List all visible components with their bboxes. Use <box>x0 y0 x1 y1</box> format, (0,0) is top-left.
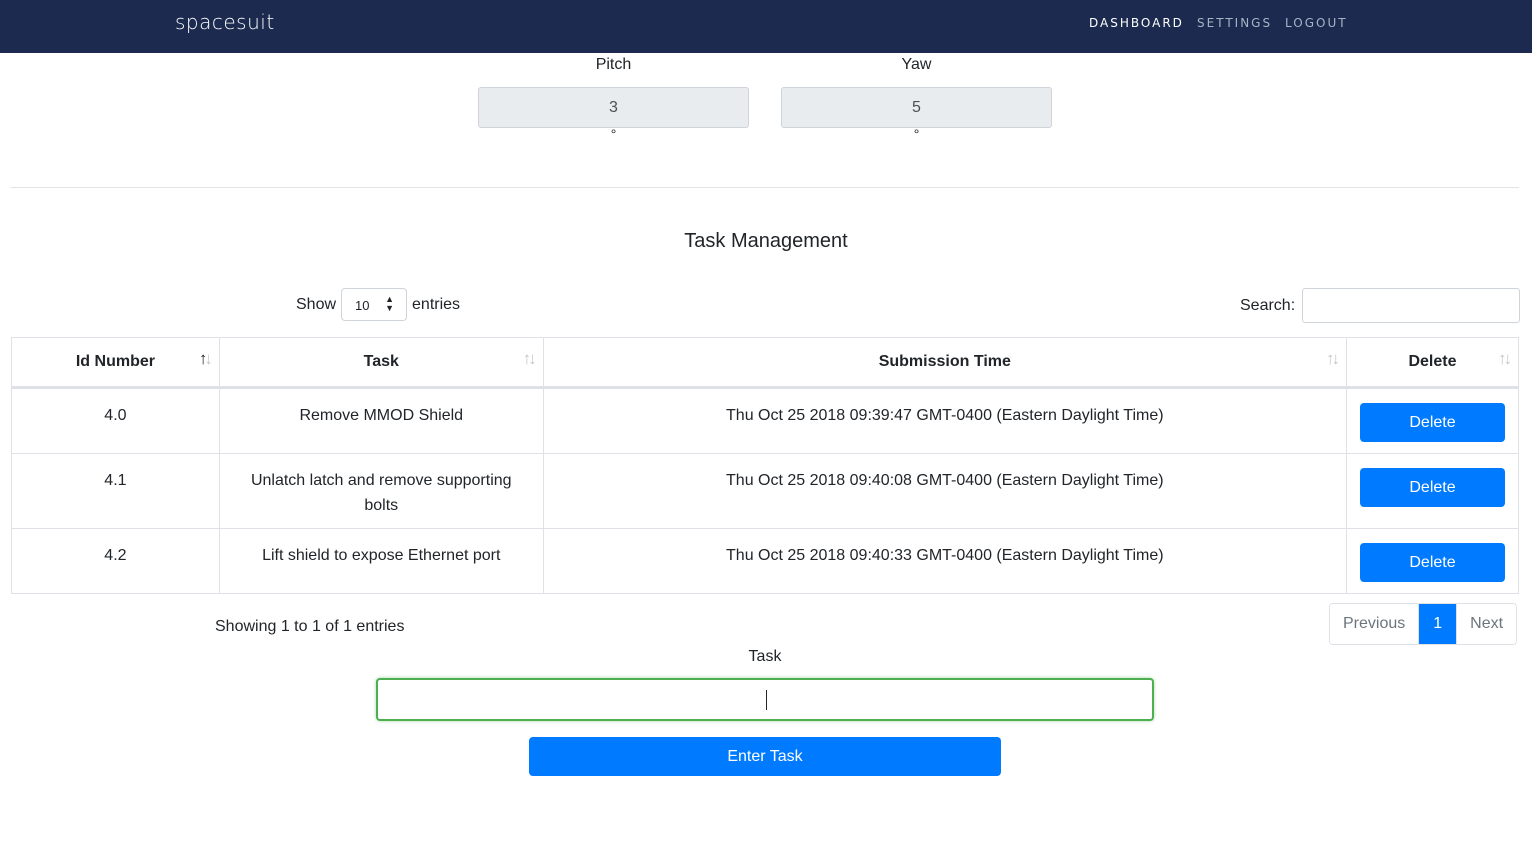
search-input[interactable] <box>1302 288 1521 323</box>
cell-task: Remove MMOD Shield <box>218 387 544 454</box>
sort-ascending-icon: ↑↓ <box>198 349 213 368</box>
pitch-unit: ° <box>610 126 617 142</box>
text-caret <box>766 690 767 710</box>
column-header-id[interactable]: Id Number ↑↓ <box>11 337 220 389</box>
delete-button[interactable]: Delete <box>1359 543 1505 582</box>
column-header-label: Delete <box>1408 353 1457 370</box>
column-header-label: Submission Time <box>878 353 1011 370</box>
select-arrows-icon: ▲ ▼ <box>385 294 395 313</box>
cell-task: Unlatch latch and remove supporting bolt… <box>218 453 544 529</box>
top-navbar: spacesuit DASHBOARD SETTINGS LOGOUT <box>0 0 1532 53</box>
pagination-page-1[interactable]: 1 <box>1419 604 1457 644</box>
cell-task: Lift shield to expose Ethernet port <box>218 528 544 594</box>
task-input[interactable] <box>376 678 1154 721</box>
cell-delete: Delete <box>1345 528 1520 594</box>
sort-icon: ↑↓ <box>1498 349 1512 368</box>
cell-id: 4.1 <box>11 453 220 529</box>
table-search: Search: <box>1240 288 1521 323</box>
pagination: Previous 1 Next <box>1329 603 1518 645</box>
yaw-readout: 5 <box>781 87 1052 128</box>
nav-link-dashboard[interactable]: DASHBOARD <box>1089 16 1184 30</box>
cell-submission-time: Thu Oct 25 2018 09:39:47 GMT-0400 (Easte… <box>542 387 1347 454</box>
column-header-submission-time[interactable]: Submission Time ↑↓ <box>542 337 1347 389</box>
yaw-unit: ° <box>913 126 920 142</box>
cell-submission-time: Thu Oct 25 2018 09:40:08 GMT-0400 (Easte… <box>542 453 1347 529</box>
nav-link-logout[interactable]: LOGOUT <box>1285 16 1348 30</box>
column-header-delete[interactable]: Delete ↑↓ <box>1345 337 1520 389</box>
sort-icon: ↑↓ <box>1325 349 1340 368</box>
table-row: 4.1 Unlatch latch and remove supporting … <box>11 453 1520 529</box>
enter-task-button[interactable]: Enter Task <box>529 737 1001 776</box>
page-length-control: Show 10 ▲ ▼ entries <box>296 288 460 321</box>
nav-link-settings[interactable]: SETTINGS <box>1197 16 1272 30</box>
show-label: Show <box>296 295 337 313</box>
page-length-value: 10 <box>355 298 370 313</box>
task-input-label: Task <box>748 648 782 665</box>
table-header-row: Id Number ↑↓ Task ↑↓ Submission Time ↑↓ … <box>11 337 1520 389</box>
cell-delete: Delete <box>1345 387 1520 454</box>
pagination-previous[interactable]: Previous <box>1330 604 1420 644</box>
entries-label: entries <box>412 295 461 313</box>
yaw-label: Yaw <box>901 56 932 73</box>
column-header-task[interactable]: Task ↑↓ <box>218 337 544 389</box>
table-row: 4.0 Remove MMOD Shield Thu Oct 25 2018 0… <box>11 387 1520 454</box>
delete-button[interactable]: Delete <box>1359 468 1505 507</box>
table-info: Showing 1 to 1 of 1 entries <box>215 618 405 635</box>
page-length-select[interactable]: 10 ▲ ▼ <box>341 288 408 321</box>
delete-button[interactable]: Delete <box>1359 403 1505 442</box>
cell-delete: Delete <box>1345 453 1520 529</box>
task-table: Id Number ↑↓ Task ↑↓ Submission Time ↑↓ … <box>11 337 1520 594</box>
search-label: Search: <box>1240 296 1296 314</box>
column-header-label: Task <box>363 353 399 370</box>
brand-logo[interactable]: spacesuit <box>175 10 275 34</box>
pagination-next[interactable]: Next <box>1456 604 1517 644</box>
cell-id: 4.2 <box>11 528 220 594</box>
cell-id: 4.0 <box>11 387 220 454</box>
column-header-label: Id Number <box>75 353 155 370</box>
table-row: 4.2 Lift shield to expose Ethernet port … <box>11 528 1520 594</box>
pitch-label: Pitch <box>595 56 632 73</box>
sort-icon: ↑↓ <box>522 349 537 368</box>
section-divider <box>11 187 1519 188</box>
pitch-readout: 3 <box>478 87 749 128</box>
cell-submission-time: Thu Oct 25 2018 09:40:33 GMT-0400 (Easte… <box>542 528 1347 594</box>
task-management-title: Task Management <box>684 230 848 252</box>
